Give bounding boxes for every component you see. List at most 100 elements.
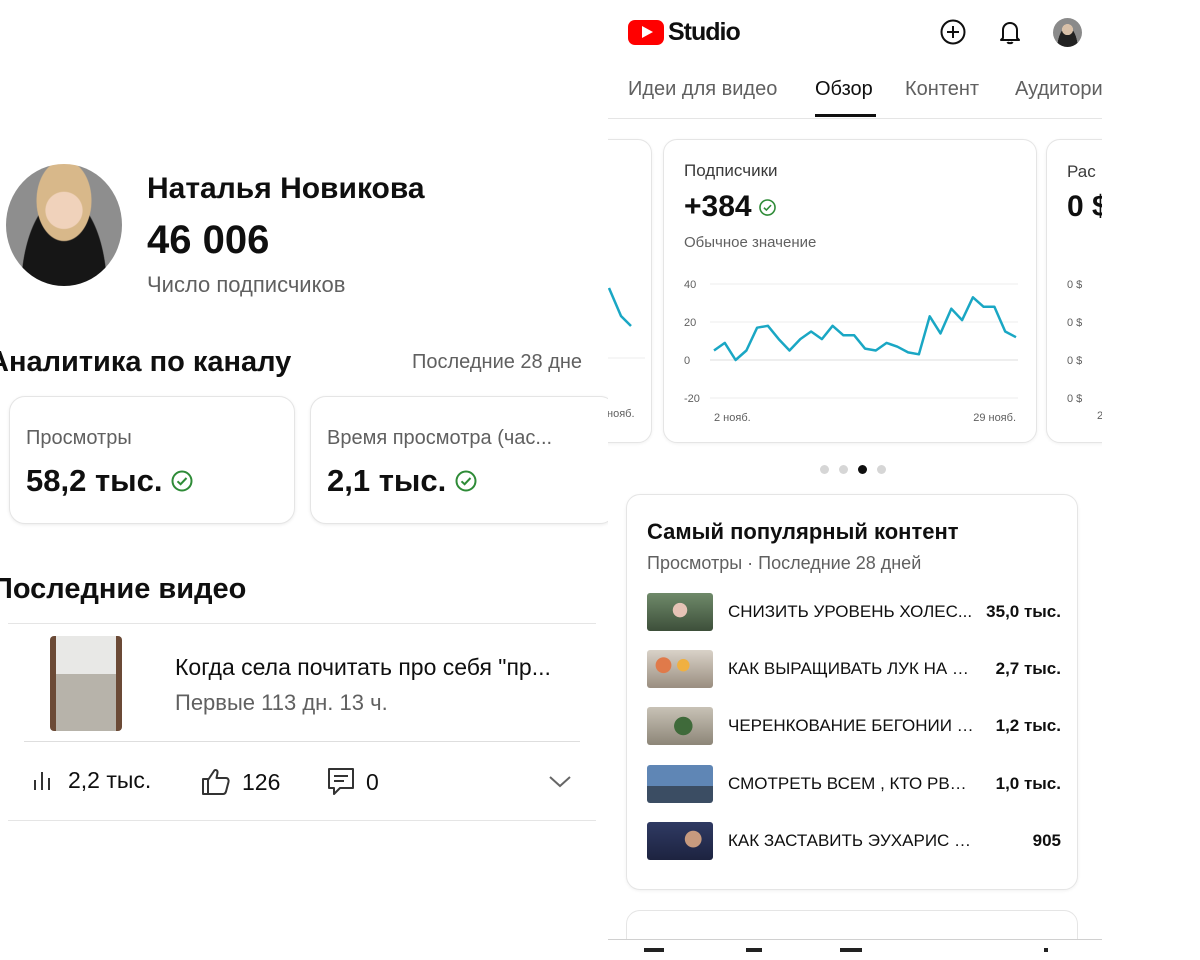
create-icon[interactable] <box>939 18 967 46</box>
views-metric: 2,2 тыс. <box>30 766 151 794</box>
watch-time-stat-card[interactable]: Время просмотра (час... 2,1 тыс. <box>310 396 608 524</box>
popular-item[interactable]: КАК ЗАСТАВИТЬ ЭУХАРИС Ц... 905 <box>647 822 1061 862</box>
popular-item-thumbnail <box>647 650 713 688</box>
video-subtitle: Первые 113 дн. 13 ч. <box>175 690 388 715</box>
subscriber-count: 46 006 <box>147 218 270 262</box>
account-avatar[interactable] <box>1053 18 1082 47</box>
tab-bar: Идеи для видео Обзор Контент Аудитори <box>608 76 1102 119</box>
next-card-tick: 0 $ <box>1067 317 1083 329</box>
check-circle-icon <box>455 470 477 492</box>
next-card-tick: 0 $ <box>1067 393 1083 405</box>
previous-card-x-label: нояб. <box>608 408 635 420</box>
tab-audience[interactable]: Аудитори <box>1015 78 1102 101</box>
studio-overview-pane: Studio Идеи для видео Обзор Контент Ауди… <box>608 0 1102 960</box>
comments-metric: 0 <box>326 766 379 798</box>
popular-item-thumbnail <box>647 707 713 745</box>
previous-card-chart <box>608 287 645 359</box>
next-card-x-label: 2 <box>1097 410 1102 422</box>
app-name: Studio <box>668 18 741 46</box>
x-tick-label: 29 нояб. <box>973 412 1016 424</box>
popular-item[interactable]: СМОТРЕТЬ ВСЕМ , КТО РВЁТ... 1,0 тыс. <box>647 765 1061 805</box>
subscribers-series-line <box>713 296 1017 362</box>
thumb-up-icon <box>202 768 230 795</box>
next-metric-card[interactable]: Рас 0 $ 0 $ 0 $ 0 $ 0 $ 2 <box>1046 139 1102 443</box>
video-thumbnail[interactable] <box>50 636 122 731</box>
carousel-dot[interactable] <box>877 465 886 474</box>
popular-content-subtitle: Просмотры · Последние 28 дней <box>647 553 922 573</box>
popular-item[interactable]: КАК ВЫРАЩИВАТЬ ЛУК НА З... 2,7 тыс. <box>647 650 1061 690</box>
bell-icon[interactable] <box>996 18 1024 46</box>
popular-item-views: 1,2 тыс. <box>995 716 1061 735</box>
popular-item-thumbnail <box>647 593 713 631</box>
popular-item-views: 35,0 тыс. <box>986 602 1061 621</box>
popular-item[interactable]: СНИЗИТЬ УРОВЕНЬ ХОЛЕС... 35,0 тыс. <box>647 593 1061 633</box>
nav-dashboard-icon[interactable] <box>644 948 664 952</box>
popular-item-views: 905 <box>1032 831 1061 850</box>
channel-avatar[interactable] <box>6 164 122 286</box>
next-card-tick: 0 $ <box>1067 355 1083 367</box>
carousel-dots <box>820 465 886 474</box>
previous-card-line <box>608 287 632 327</box>
views-stat-card[interactable]: Просмотры 58,2 тыс. <box>9 396 295 524</box>
popular-content-card[interactable]: Самый популярный контент Просмотры · Пос… <box>626 494 1078 890</box>
subscribers-line-chart: 40 20 0 -20 2 нояб. 29 нояб. <box>684 279 1018 424</box>
nav-more-icon[interactable] <box>1044 948 1048 952</box>
previous-metric-card[interactable]: нояб. <box>608 139 652 443</box>
analytics-period[interactable]: Последние 28 дне <box>412 351 582 374</box>
tab-video-ideas[interactable]: Идеи для видео <box>628 78 777 101</box>
tab-content[interactable]: Контент <box>905 78 979 101</box>
subscriber-count-label: Число подписчиков <box>147 272 346 297</box>
y-tick-label: 20 <box>684 317 696 329</box>
active-tab-indicator <box>815 114 876 117</box>
youtube-studio-logo[interactable]: Studio <box>628 18 741 47</box>
next-card-title: Рас <box>1067 162 1096 181</box>
likes-count: 126 <box>242 768 281 795</box>
next-card-value: 0 $ <box>1067 190 1102 223</box>
y-tick-label: -20 <box>684 393 700 405</box>
stat-label: Просмотры <box>26 427 132 449</box>
views-count: 2,2 тыс. <box>68 766 152 793</box>
channel-name: Наталья Новикова <box>147 172 425 205</box>
y-tick-label: 40 <box>684 279 696 291</box>
popular-item-title: ЧЕРЕНКОВАНИЕ БЕГОНИИ 1... <box>728 716 976 735</box>
stat-value: 58,2 тыс. <box>26 463 194 499</box>
subscribers-card[interactable]: Подписчики +384 Обычное значение 40 20 0 -2… <box>663 139 1037 443</box>
stat-value: 2,1 тыс. <box>327 463 478 499</box>
nav-content-icon[interactable] <box>746 948 762 952</box>
carousel-dot[interactable] <box>820 465 829 474</box>
youtube-play-icon <box>628 20 664 45</box>
comments-count: 0 <box>366 768 379 795</box>
chevron-down-icon[interactable] <box>548 772 572 792</box>
popular-item-thumbnail <box>647 822 713 860</box>
stat-number: 58,2 тыс. <box>26 463 163 498</box>
carousel-dot-active[interactable] <box>858 465 867 474</box>
bottom-navigation <box>608 939 1102 960</box>
check-circle-icon <box>171 470 193 492</box>
bar-chart-icon <box>34 772 50 790</box>
divider <box>24 741 580 742</box>
channel-dashboard-pane: Наталья Новикова 46 006 Число подписчико… <box>0 0 608 960</box>
popular-content-title: Самый популярный контент <box>647 519 959 544</box>
popular-item-title: СМОТРЕТЬ ВСЕМ , КТО РВЁТ... <box>728 774 976 793</box>
video-title[interactable]: Когда села почитать про себя "пр... <box>175 654 585 681</box>
popular-item-views: 2,7 тыс. <box>995 659 1061 678</box>
popular-item-title: КАК ЗАСТАВИТЬ ЭУХАРИС Ц... <box>728 831 976 850</box>
next-card-tick: 0 $ <box>1067 279 1083 291</box>
stat-label: Время просмотра (час... <box>327 427 553 449</box>
carousel-dot[interactable] <box>839 465 848 474</box>
likes-metric: 126 <box>200 766 280 798</box>
popular-item-title: КАК ВЫРАЩИВАТЬ ЛУК НА З... <box>728 659 976 678</box>
recent-video-card[interactable]: Когда села почитать про себя "пр... Перв… <box>8 623 596 821</box>
y-tick-label: 0 <box>684 355 690 367</box>
comment-icon <box>328 768 354 795</box>
nav-analytics-icon[interactable] <box>840 948 862 952</box>
stat-number: 2,1 тыс. <box>327 463 447 498</box>
analytics-section-title: Аналитика по каналу <box>0 346 292 378</box>
tab-overview[interactable]: Обзор <box>815 78 873 101</box>
popular-item-views: 1,0 тыс. <box>995 774 1061 793</box>
popular-item[interactable]: ЧЕРЕНКОВАНИЕ БЕГОНИИ 1... 1,2 тыс. <box>647 707 1061 747</box>
popular-item-title: СНИЗИТЬ УРОВЕНЬ ХОЛЕС... <box>728 602 973 621</box>
recent-videos-title: Последние видео <box>0 573 247 605</box>
popular-item-thumbnail <box>647 765 713 803</box>
x-tick-label: 2 нояб. <box>714 412 751 424</box>
